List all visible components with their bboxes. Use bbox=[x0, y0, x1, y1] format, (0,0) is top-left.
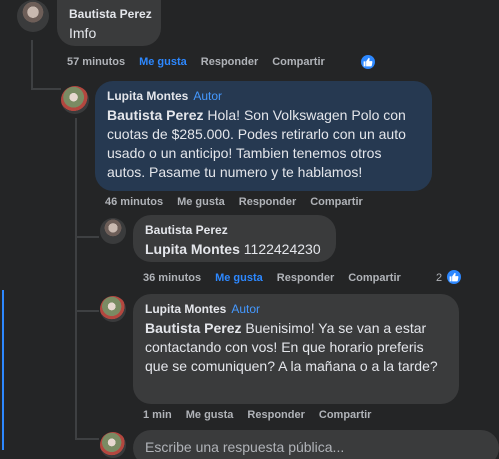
comment-author[interactable]: Bautista Perez bbox=[145, 222, 324, 238]
comment-author[interactable]: Lupita Montes bbox=[145, 302, 226, 316]
reply-input[interactable]: Escribe una respuesta pública... bbox=[133, 430, 499, 459]
share-button[interactable]: Compartir bbox=[310, 196, 363, 208]
avatar[interactable] bbox=[100, 296, 126, 322]
comment-author[interactable]: Lupita Montes bbox=[107, 89, 188, 103]
mention-link[interactable]: Lupita Montes bbox=[145, 241, 240, 257]
comment-time[interactable]: 57 minutos bbox=[67, 56, 125, 68]
thread-line bbox=[75, 236, 99, 238]
share-button[interactable]: Compartir bbox=[348, 272, 401, 284]
reaction-count[interactable]: 2 bbox=[436, 272, 444, 284]
author-badge: Autor bbox=[231, 302, 261, 316]
reply-button[interactable]: Responder bbox=[201, 56, 258, 68]
mention-link[interactable]: Bautista Perez bbox=[107, 107, 203, 123]
comment-bubble: Bautista Perez Lupita Montes 1122424230 bbox=[133, 215, 336, 262]
like-button[interactable]: Me gusta bbox=[139, 56, 187, 68]
author-badge: Autor bbox=[193, 89, 223, 103]
comment-bubble: Bautista Perez Imfo bbox=[57, 0, 161, 46]
reply-button[interactable]: Responder bbox=[247, 409, 304, 421]
avatar bbox=[100, 432, 126, 458]
share-button[interactable]: Compartir bbox=[319, 409, 372, 421]
comment-author[interactable]: Bautista Perez bbox=[69, 6, 152, 22]
like-button[interactable]: Me gusta bbox=[177, 196, 225, 208]
thread-line bbox=[31, 40, 33, 90]
comment-text: Imfo bbox=[69, 25, 97, 41]
reply-button[interactable]: Responder bbox=[239, 196, 296, 208]
thread-line bbox=[31, 88, 61, 90]
like-reaction-icon[interactable] bbox=[359, 53, 377, 71]
avatar[interactable] bbox=[100, 218, 126, 244]
mention-link[interactable]: Bautista Perez bbox=[145, 320, 241, 336]
thread-rail bbox=[2, 290, 4, 450]
like-button[interactable]: Me gusta bbox=[215, 272, 263, 284]
comment-bubble: Lupita Montes Autor Bautista Perez Buenis… bbox=[133, 294, 459, 404]
comment-time[interactable]: 46 minutos bbox=[105, 196, 163, 208]
comment-time[interactable]: 36 minutos bbox=[143, 272, 201, 284]
thread-line bbox=[75, 310, 99, 312]
share-button[interactable]: Compartir bbox=[272, 56, 325, 68]
like-button[interactable]: Me gusta bbox=[186, 409, 234, 421]
comment-time[interactable]: 1 min bbox=[143, 409, 172, 421]
comment-bubble: Lupita Montes Autor Bautista Perez Hola! … bbox=[95, 81, 432, 191]
thread-line bbox=[75, 438, 99, 440]
thread-line bbox=[75, 118, 77, 438]
like-reaction-icon[interactable] bbox=[445, 268, 463, 286]
comment-actions: 46 minutos Me gusta Responder Compartir bbox=[105, 196, 377, 208]
avatar[interactable] bbox=[17, 0, 49, 32]
avatar[interactable] bbox=[61, 86, 89, 114]
comment-text: 1122424230 bbox=[239, 241, 321, 257]
comment-actions: 36 minutos Me gusta Responder Compartir bbox=[143, 272, 415, 284]
comment-actions: 57 minutos Me gusta Responder Compartir bbox=[67, 56, 339, 68]
comment-actions: 1 min Me gusta Responder Compartir bbox=[143, 409, 385, 421]
reply-button[interactable]: Responder bbox=[277, 272, 334, 284]
